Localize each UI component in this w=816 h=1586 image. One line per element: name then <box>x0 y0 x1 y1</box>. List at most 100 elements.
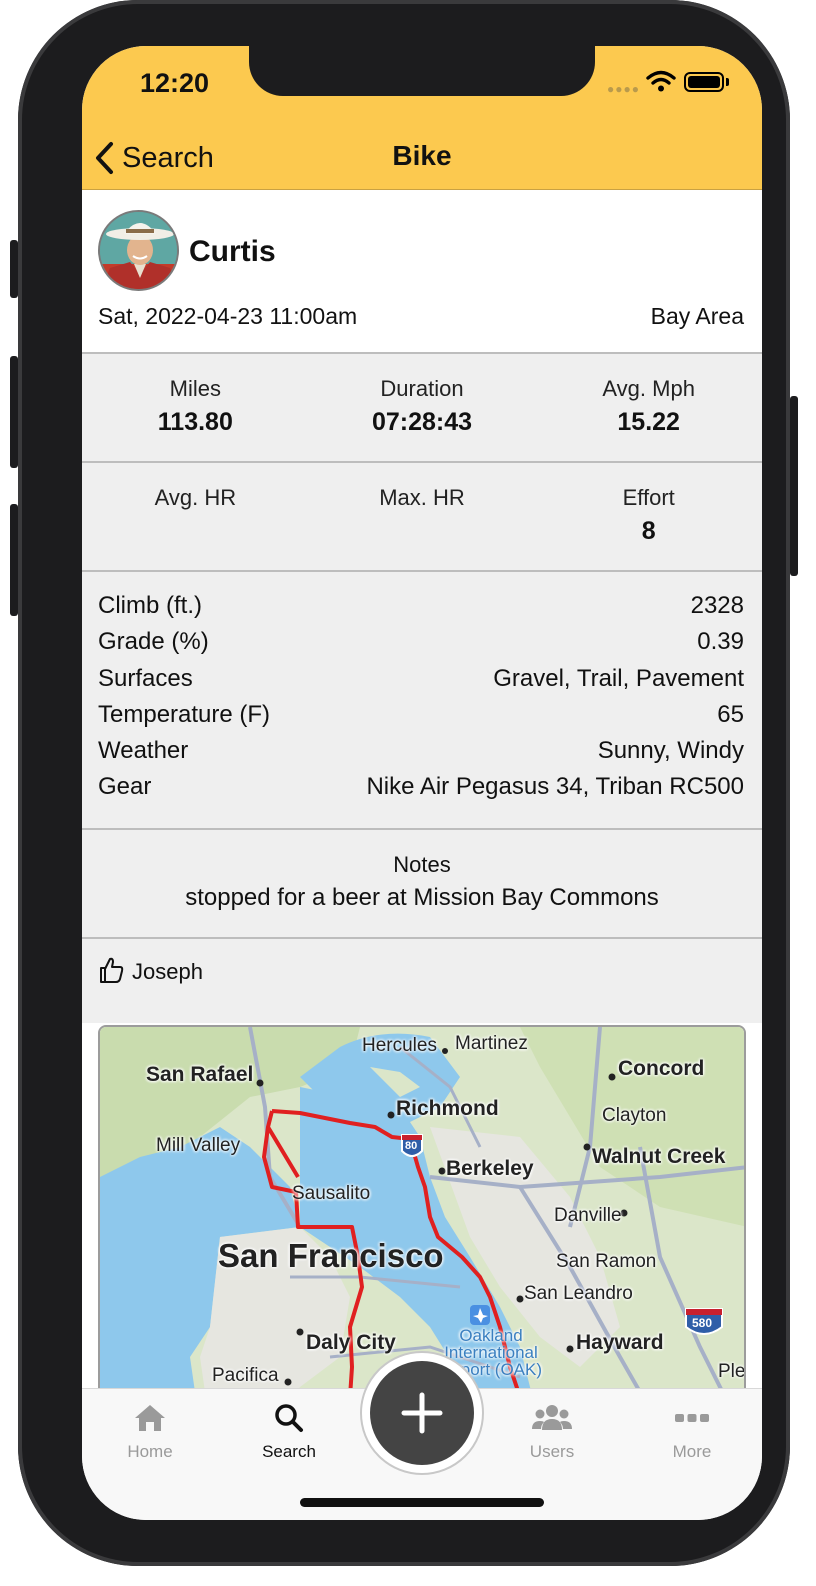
map-label-daly-city: Daly City <box>306 1331 396 1354</box>
stat-value: 8 <box>641 517 656 545</box>
activity-region: Bay Area <box>650 303 744 329</box>
volume-up-button <box>10 356 18 468</box>
stat-avg-hr: Avg. HR <box>82 463 309 570</box>
map-label-berkeley: Berkeley <box>446 1157 534 1180</box>
likes-section: Joseph <box>82 939 762 1023</box>
stat-label: Duration <box>380 376 464 401</box>
activity-details: Climb (ft.) 2328 Grade (%) 0.39 Surfaces… <box>82 572 762 830</box>
map-label-san-rafael: San Rafael <box>146 1063 254 1086</box>
map-label-san-francisco: San Francisco <box>218 1237 444 1274</box>
stat-miles: Miles 113.80 <box>82 354 309 461</box>
stat-value: 113.80 <box>157 408 233 436</box>
map-label-martinez: Martinez <box>455 1033 528 1054</box>
detail-value: 0.39 <box>697 628 744 656</box>
stat-label: Avg. HR <box>154 485 237 510</box>
map-label-san-leandro: San Leandro <box>524 1283 633 1304</box>
notch <box>249 46 595 96</box>
detail-label: Climb (ft.) <box>98 592 202 619</box>
signal-icon: ●●●● <box>607 82 640 96</box>
detail-row-grade: Grade (%) 0.39 <box>98 628 744 664</box>
search-icon <box>275 1404 303 1432</box>
tab-label: Search <box>262 1442 316 1461</box>
map-label-hercules: Hercules <box>362 1035 437 1056</box>
tab-label: More <box>672 1442 712 1461</box>
status-bar: 12:20 ●●●● <box>82 46 762 126</box>
stat-value: 15.22 <box>617 408 680 436</box>
detail-value: 65 <box>717 700 744 728</box>
detail-row-climb: Climb (ft.) 2328 <box>98 592 744 628</box>
tab-more[interactable]: More <box>632 1403 752 1462</box>
battery-icon <box>684 72 724 92</box>
detail-value: Gravel, Trail, Pavement <box>493 664 744 692</box>
device-frame: 12:20 ●●●● Search Bike Curtis Sat, 2022-… <box>10 0 798 1566</box>
activity-header: Curtis Sat, 2022-04-23 11:00am Bay Area <box>82 191 762 354</box>
detail-label: Temperature (F) <box>98 700 271 728</box>
i580-label: 580 <box>692 1316 713 1330</box>
detail-row-weather: Weather Sunny, Windy <box>98 737 744 773</box>
avatar[interactable] <box>98 210 179 291</box>
map-label-san-ramon: San Ramon <box>556 1251 657 1272</box>
tab-label: Home <box>127 1442 173 1461</box>
map-label-concord: Concord <box>618 1057 705 1080</box>
map-label-hayward: Hayward <box>576 1331 664 1354</box>
users-icon <box>532 1405 572 1430</box>
map-label-walnut-creek: Walnut Creek <box>592 1145 726 1168</box>
volume-down-button <box>10 504 18 616</box>
map-label-pleasanton: Ple <box>718 1361 746 1382</box>
tab-label: Users <box>529 1442 575 1461</box>
stat-duration: Duration 07:28:43 <box>309 354 536 461</box>
detail-row-surfaces: Surfaces Gravel, Trail, Pavement <box>98 665 744 701</box>
notes-section: Notes stopped for a beer at Mission Bay … <box>82 830 762 939</box>
stat-value: 07:28:43 <box>371 408 473 436</box>
detail-row-gear: Gear Nike Air Pegasus 34, Triban RC500 <box>98 773 744 809</box>
power-button <box>790 396 798 576</box>
stat-label: Avg. Mph <box>602 376 695 401</box>
stat-avg-mph: Avg. Mph 15.22 <box>535 354 762 461</box>
stat-effort: Effort 8 <box>535 463 762 570</box>
detail-label: Surfaces <box>98 664 193 692</box>
navigation-bar: Search Bike <box>82 126 762 190</box>
battery-cap <box>726 78 729 86</box>
detail-value: 2328 <box>690 592 744 619</box>
detail-value: Nike Air Pegasus 34, Triban RC500 <box>366 773 744 801</box>
status-time: 12:20 <box>140 68 210 98</box>
stat-max-hr: Max. HR <box>309 463 536 570</box>
detail-label: Weather <box>98 737 189 765</box>
detail-label: Grade (%) <box>98 628 209 656</box>
tab-home[interactable]: Home <box>90 1403 210 1462</box>
wifi-icon <box>646 70 676 92</box>
activity-datetime: Sat, 2022-04-23 11:00am <box>98 303 358 329</box>
stat-label: Miles <box>169 376 221 401</box>
screen: 12:20 ●●●● Search Bike Curtis Sat, 2022-… <box>82 46 762 1520</box>
detail-value: Sunny, Windy <box>597 737 744 765</box>
home-indicator <box>300 1498 544 1507</box>
liker-name[interactable]: Joseph <box>132 959 203 985</box>
plus-icon <box>401 1392 443 1434</box>
stats-row-primary: Miles 113.80 Duration 07:28:43 Avg. Mph … <box>82 354 762 463</box>
map-label-danville: Danville <box>554 1205 622 1226</box>
map-label-mill-valley: Mill Valley <box>156 1135 241 1156</box>
map-label-clayton: Clayton <box>602 1105 667 1126</box>
tab-users[interactable]: Users <box>492 1403 612 1462</box>
thumbs-up-icon[interactable] <box>98 956 124 984</box>
i80-label: 80 <box>405 1140 418 1152</box>
mute-switch <box>10 240 18 298</box>
tab-bar: Home Search Users More <box>82 1351 762 1520</box>
stat-label: Max. HR <box>379 485 465 510</box>
more-icon <box>675 1414 709 1422</box>
avatar-image <box>100 212 177 289</box>
add-activity-button[interactable] <box>370 1361 474 1465</box>
map-label-sausalito: Sausalito <box>292 1183 371 1204</box>
tab-search[interactable]: Search <box>229 1403 349 1462</box>
home-icon <box>135 1405 165 1431</box>
detail-row-temperature: Temperature (F) 65 <box>98 701 744 737</box>
stat-label: Effort <box>622 485 675 510</box>
stats-row-secondary: Avg. HR Max. HR Effort 8 <box>82 463 762 572</box>
notes-text: stopped for a beer at Mission Bay Common… <box>185 884 659 911</box>
notes-label: Notes <box>393 852 451 877</box>
page-title: Bike <box>392 140 452 171</box>
map-label-pacifica: Pacifica <box>212 1365 279 1386</box>
map-label-richmond: Richmond <box>396 1097 499 1120</box>
user-name[interactable]: Curtis <box>189 235 276 269</box>
detail-label: Gear <box>98 773 152 801</box>
